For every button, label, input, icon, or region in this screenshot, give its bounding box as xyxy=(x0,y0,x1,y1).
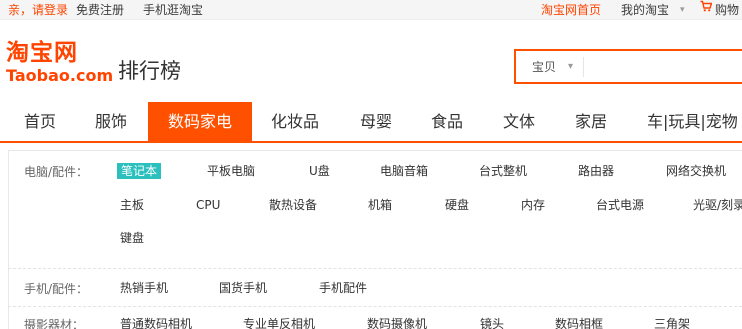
subcategory-link[interactable]: 电脑音箱 xyxy=(380,163,428,179)
subcategory-link[interactable]: 网络交换机 xyxy=(666,163,726,179)
subcategory-link[interactable]: 路由器 xyxy=(578,163,614,179)
category-label-computers: 电脑/配件： xyxy=(24,165,89,179)
tab-food[interactable]: 食品 xyxy=(431,102,463,141)
login-link[interactable]: 亲，请登录 xyxy=(8,0,68,20)
logo-text-en: Taobao.com xyxy=(6,66,114,85)
subcategory-link[interactable]: 光驱/刻录 xyxy=(693,197,742,213)
search-box: 宝贝 ▾ xyxy=(514,49,742,84)
row-divider xyxy=(8,306,742,307)
cart-link[interactable]: 购物 xyxy=(715,0,739,20)
subcategory-link[interactable]: 机箱 xyxy=(368,197,392,213)
category-label-cameras: 摄影器材： xyxy=(24,318,85,329)
tab-auto-toys-pets[interactable]: 车|玩具|宠物 xyxy=(647,102,738,141)
tab-apparel[interactable]: 服饰 xyxy=(95,102,127,141)
subcategory-link[interactable]: 镜头 xyxy=(480,316,504,329)
taobao-logo[interactable]: 淘宝网 Taobao.com xyxy=(6,39,114,90)
taobao-ranking-page: 亲，请登录 免费注册 手机逛淘宝 淘宝网首页 我的淘宝 ▾ 购物 淘宝网 Tao… xyxy=(0,0,742,329)
subcategory-link[interactable]: 国货手机 xyxy=(219,280,267,296)
logo-text-cn: 淘宝网 xyxy=(6,39,78,66)
category-label-phones: 手机/配件： xyxy=(24,282,89,296)
subcategory-link[interactable]: 内存 xyxy=(521,197,545,213)
subcategory-link[interactable]: 手机配件 xyxy=(319,280,367,296)
subcategory-link[interactable]: 台式整机 xyxy=(479,163,527,179)
row-divider xyxy=(8,268,742,269)
my-taobao-link[interactable]: 我的淘宝 xyxy=(621,0,669,20)
search-scope-select[interactable]: 宝贝 ▾ xyxy=(522,57,584,77)
tab-home[interactable]: 首页 xyxy=(24,102,56,141)
subcategory-link[interactable]: 主板 xyxy=(120,197,144,213)
tab-digital-appliances[interactable]: 数码家电 xyxy=(148,102,252,141)
page-title: 排行榜 xyxy=(118,59,181,83)
tab-home-living[interactable]: 家居 xyxy=(575,102,607,141)
subcategory-link[interactable]: 热销手机 xyxy=(120,280,168,296)
search-input[interactable] xyxy=(586,53,742,80)
search-scope-label: 宝贝 xyxy=(532,60,557,74)
mobile-link[interactable]: 手机逛淘宝 xyxy=(143,0,203,20)
subcategory-link[interactable]: 键盘 xyxy=(120,230,144,246)
chevron-down-icon[interactable]: ▾ xyxy=(680,0,685,20)
taobao-home-link[interactable]: 淘宝网首页 xyxy=(541,0,601,20)
site-top-bar: 亲，请登录 免费注册 手机逛淘宝 淘宝网首页 我的淘宝 ▾ 购物 xyxy=(0,0,742,20)
subcategory-link[interactable]: 散热设备 xyxy=(269,197,317,213)
subcategory-link[interactable]: U盘 xyxy=(309,163,330,179)
chevron-down-icon: ▾ xyxy=(568,61,574,72)
subcategory-link[interactable]: 数码摄像机 xyxy=(367,316,427,329)
subcategory-link[interactable]: 普通数码相机 xyxy=(120,316,192,329)
tab-cosmetics[interactable]: 化妆品 xyxy=(271,102,319,141)
cart-icon[interactable] xyxy=(700,0,712,12)
subcategory-link[interactable]: 硬盘 xyxy=(445,197,469,213)
subcategory-link[interactable]: 台式电源 xyxy=(596,197,644,213)
register-link[interactable]: 免费注册 xyxy=(76,0,124,20)
subcategory-link[interactable]: 平板电脑 xyxy=(207,163,255,179)
subcategory-link[interactable]: 专业单反相机 xyxy=(243,316,315,329)
tab-stationery-sports[interactable]: 文体 xyxy=(503,102,535,141)
tab-baby[interactable]: 母婴 xyxy=(360,102,392,141)
subcategory-link-selected[interactable]: 笔记本 xyxy=(117,163,162,179)
subcategory-link[interactable]: CPU xyxy=(196,197,220,213)
subcategory-link[interactable]: 数码相框 xyxy=(555,316,603,329)
subcategory-link[interactable]: 三角架 xyxy=(654,316,690,329)
category-nav: 首页 服饰 数码家电 化妆品 母婴 食品 文体 家居 车|玩具|宠物 xyxy=(0,102,742,143)
